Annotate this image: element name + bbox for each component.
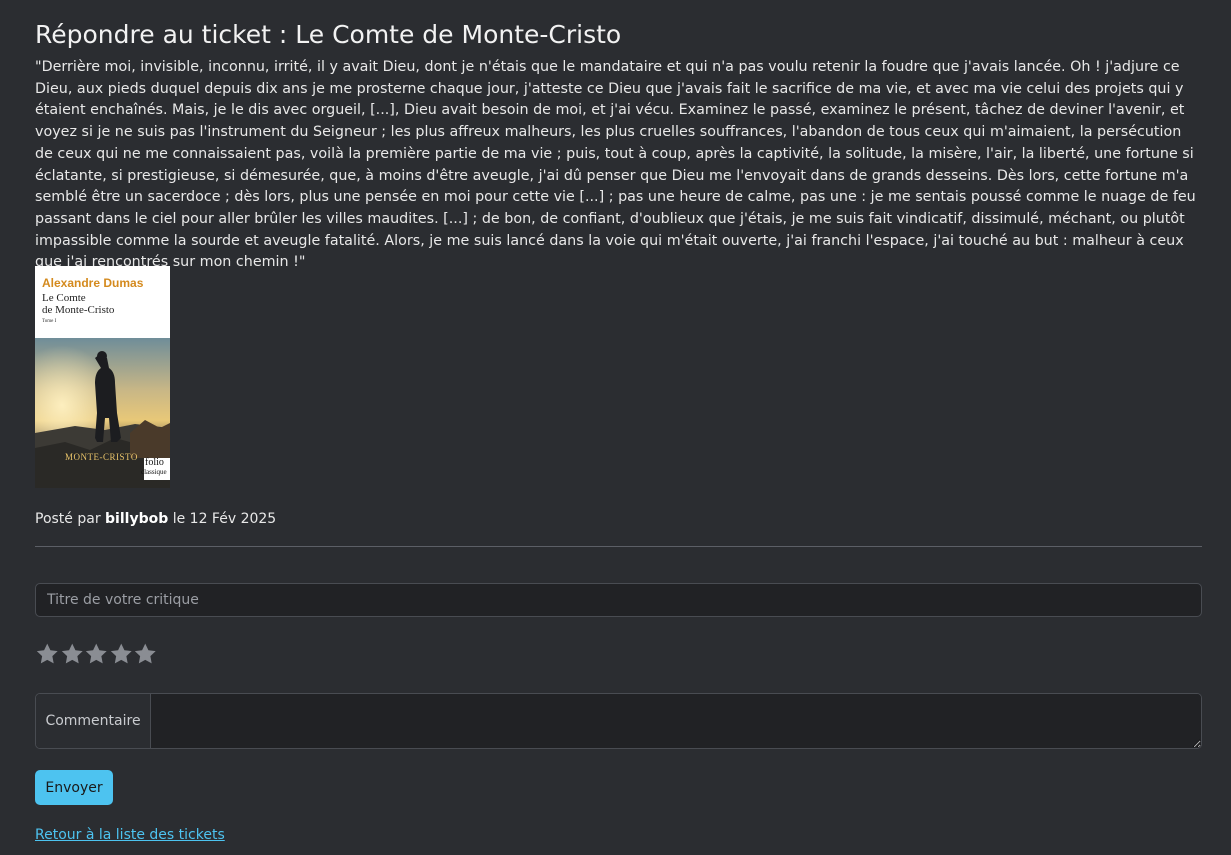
post-author: billybob	[105, 511, 169, 527]
page-title: Répondre au ticket : Le Comte de Monte-C…	[35, 20, 622, 49]
divider	[35, 546, 1202, 547]
post-date: 12 Fév 2025	[189, 511, 277, 527]
rating-stars[interactable]	[35, 641, 158, 667]
date-prefix: le	[172, 511, 186, 527]
star-icon[interactable]	[84, 641, 109, 667]
comment-label: Commentaire	[36, 694, 151, 748]
cover-art-title: MONTE-CRISTO	[65, 452, 138, 462]
cover-title-line2: de Monte-Cristo	[42, 304, 115, 316]
cover-title: Le Comte de Monte-Cristo	[42, 292, 162, 316]
review-title-input[interactable]	[35, 583, 1202, 617]
cover-tome: Tome I	[42, 319, 57, 324]
star-icon[interactable]	[109, 641, 134, 667]
cover-publisher: folio	[145, 457, 164, 468]
cover-author: Alexandre Dumas	[42, 276, 144, 290]
comment-textarea[interactable]	[151, 694, 1201, 748]
posted-by-prefix: Posté par	[35, 511, 101, 527]
post-meta: Posté par billybob le 12 Fév 2025	[35, 511, 276, 527]
comment-input-group: Commentaire	[35, 693, 1202, 749]
cover-collection: classique	[141, 468, 167, 476]
star-icon[interactable]	[35, 641, 60, 667]
star-icon[interactable]	[133, 641, 158, 667]
back-to-tickets-link[interactable]: Retour à la liste des tickets	[35, 827, 225, 843]
cover-title-line1: Le Comte	[42, 292, 86, 304]
ticket-description: "Derrière moi, invisible, inconnu, irrit…	[35, 59, 1196, 271]
star-icon[interactable]	[60, 641, 85, 667]
submit-button[interactable]: Envoyer	[35, 770, 113, 805]
book-cover-image: Alexandre Dumas Le Comte de Monte-Cristo…	[35, 266, 170, 488]
